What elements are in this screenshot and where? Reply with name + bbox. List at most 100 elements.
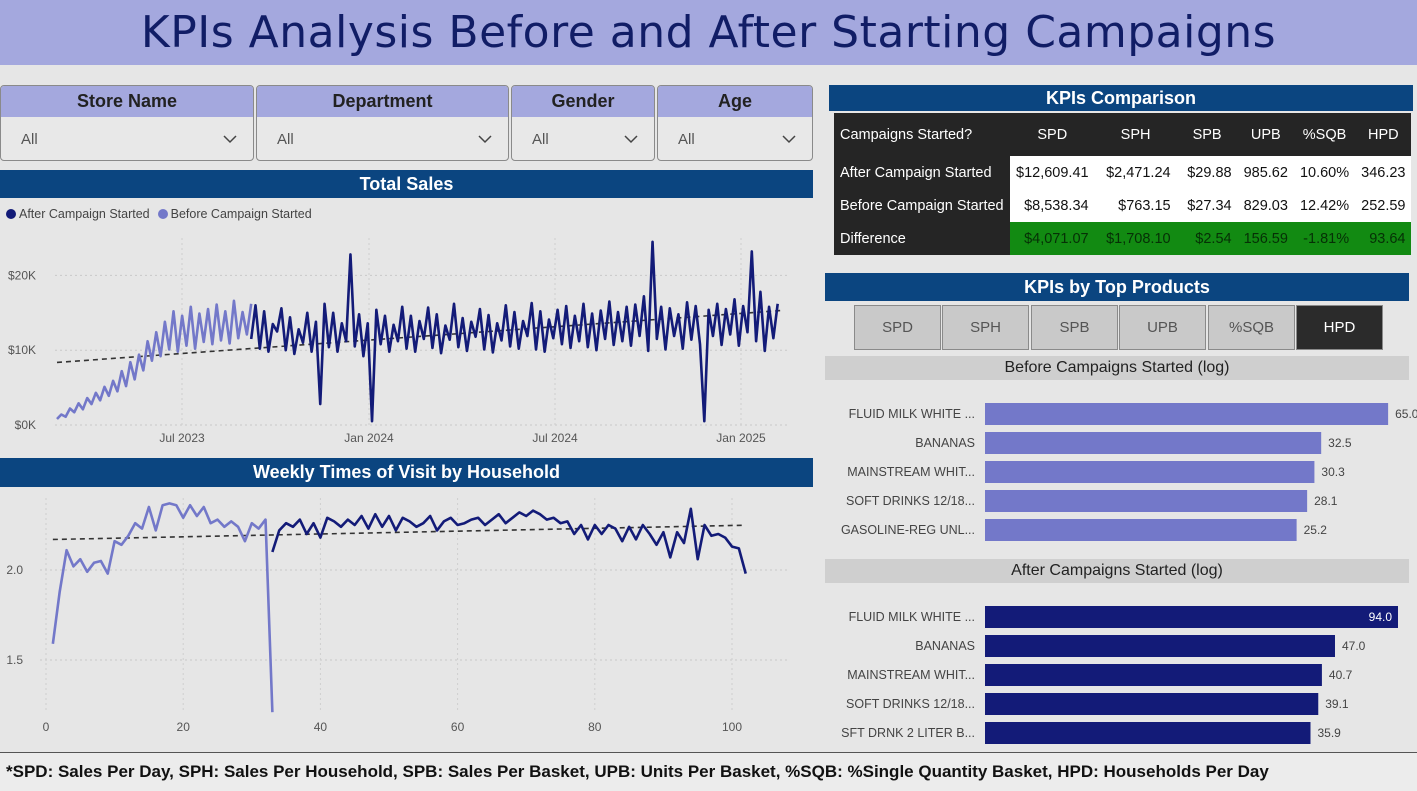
bar-value-label: 65.0 <box>1395 407 1417 421</box>
bar-value-label: 30.3 <box>1321 465 1345 479</box>
column-header[interactable]: %SQB <box>1293 113 1356 156</box>
column-header[interactable]: SPD <box>1010 113 1095 156</box>
bar-value-label: 35.9 <box>1318 726 1342 740</box>
x-tick-label: 60 <box>451 720 465 734</box>
bar-category-label: SOFT DRINKS 12/18... <box>846 697 975 711</box>
kpi-button-spb[interactable]: SPB <box>1031 305 1118 350</box>
table-cell: 985.62 <box>1237 156 1294 189</box>
row-label: Before Campaign Started <box>834 189 1010 222</box>
table-header-row: Campaigns Started? SPD SPH SPB UPB %SQB … <box>834 113 1412 156</box>
legend-dot-icon <box>6 209 16 219</box>
page-title: KPIs Analysis Before and After Starting … <box>140 7 1277 58</box>
bar-category-label: GASOLINE-REG UNL... <box>841 523 975 537</box>
bar-category-label: FLUID MILK WHITE ... <box>849 610 975 624</box>
slicer-dropdown[interactable]: All <box>1 117 253 160</box>
kpi-button-sph[interactable]: SPH <box>942 305 1029 350</box>
bar-category-label: BANANAS <box>915 639 975 653</box>
slicer-age[interactable]: Age All <box>657 85 813 161</box>
bar-value-label: 39.1 <box>1325 697 1349 711</box>
x-tick-label: 20 <box>177 720 191 734</box>
column-header[interactable]: SPB <box>1176 113 1238 156</box>
slicer-label: Age <box>658 86 812 117</box>
column-header[interactable]: HPD <box>1355 113 1412 156</box>
bar <box>985 722 1311 744</box>
bar <box>985 664 1322 686</box>
table-cell: 12.42% <box>1293 189 1356 222</box>
series-line-before <box>51 502 274 713</box>
x-tick-label: 100 <box>722 720 742 734</box>
chevron-down-icon[interactable] <box>782 132 796 146</box>
bar <box>985 403 1389 425</box>
column-header[interactable]: UPB <box>1237 113 1294 156</box>
slicer-label: Department <box>257 86 508 117</box>
kpi-button-spd[interactable]: SPD <box>854 305 941 350</box>
legend-dot-icon <box>157 209 168 219</box>
column-header[interactable]: SPH <box>1094 113 1177 156</box>
legend-item-before[interactable]: Before Campaign Started <box>157 207 312 221</box>
legend-label: Before Campaign Started <box>170 207 312 221</box>
chevron-down-icon[interactable] <box>223 132 237 146</box>
after-campaigns-subtitle: After Campaigns Started (log) <box>825 559 1409 583</box>
table-cell: 156.59 <box>1237 222 1294 255</box>
weekly-visits-title: Weekly Times of Visit by Household <box>0 458 813 487</box>
x-tick-label: Jan 2025 <box>716 431 766 445</box>
slicer-department[interactable]: Department All <box>256 85 509 161</box>
row-label: After Campaign Started <box>834 156 1010 189</box>
bar <box>985 432 1322 454</box>
kpi-button-sqb[interactable]: %SQB <box>1208 305 1295 350</box>
table-cell: $763.15 <box>1094 189 1177 222</box>
x-tick-label: Jul 2023 <box>159 431 205 445</box>
weekly-visits-chart[interactable]: 1.5 2.0 0 20 40 60 80 100 <box>0 490 813 745</box>
footer-note: *SPD: Sales Per Day, SPH: Sales Per Hous… <box>0 752 1417 791</box>
table-cell: -1.81% <box>1293 222 1356 255</box>
y-tick-label: 2.0 <box>6 563 23 577</box>
before-campaigns-subtitle: Before Campaigns Started (log) <box>825 356 1409 380</box>
bar-value-label: 28.1 <box>1314 494 1338 508</box>
before-campaigns-bar-chart[interactable]: FLUID MILK WHITE ... 65.0 BANANAS 32.5 MAINS… <box>825 395 1417 550</box>
kpi-button-upb[interactable]: UPB <box>1119 305 1206 350</box>
table-cell: 93.64 <box>1355 222 1412 255</box>
slicer-dropdown[interactable]: All <box>658 117 812 160</box>
slicer-dropdown[interactable]: All <box>512 117 654 160</box>
series-line-after <box>249 240 779 423</box>
table-row-difference: Difference $4,071.07 $1,708.10 $2.54 156… <box>834 222 1412 255</box>
y-tick-label: $20K <box>8 268 36 282</box>
total-sales-title: Total Sales <box>0 170 813 198</box>
y-tick-label: 1.5 <box>6 653 23 667</box>
bar <box>985 693 1319 715</box>
after-campaigns-bar-chart[interactable]: FLUID MILK WHITE ... 94.0 BANANAS 47.0 MAINS… <box>825 598 1417 750</box>
total-sales-chart[interactable]: $0K $10K $20K Jul 2023 Jan 2024 Jul 2024 Jan 2… <box>0 228 813 453</box>
table-cell: $27.34 <box>1176 189 1238 222</box>
bar-category-label: MAINSTREAM WHIT... <box>847 465 975 479</box>
kpi-button-hpd[interactable]: HPD <box>1296 305 1383 350</box>
table-cell: $4,071.07 <box>1010 222 1095 255</box>
bar <box>985 606 1398 628</box>
slicer-value: All <box>678 130 695 148</box>
table-cell: $1,708.10 <box>1094 222 1177 255</box>
table-cell: $2.54 <box>1176 222 1238 255</box>
slicer-value: All <box>532 130 549 148</box>
bar-value-label: 32.5 <box>1328 436 1352 450</box>
series-line-after <box>271 507 747 574</box>
slicer-store-name[interactable]: Store Name All <box>0 85 254 161</box>
x-tick-label: 0 <box>43 720 50 734</box>
x-tick-label: 40 <box>314 720 328 734</box>
table-cell: 10.60% <box>1293 156 1356 189</box>
bar-value-label: 25.2 <box>1304 523 1328 537</box>
table-cell: $2,471.24 <box>1094 156 1177 189</box>
slicer-gender[interactable]: Gender All <box>511 85 655 161</box>
chevron-down-icon[interactable] <box>624 132 638 146</box>
chevron-down-icon[interactable] <box>478 132 492 146</box>
bar <box>985 635 1335 657</box>
bar-value-label: 40.7 <box>1329 668 1353 682</box>
slicer-dropdown[interactable]: All <box>257 117 508 160</box>
slicer-value: All <box>277 130 294 148</box>
bar-category-label: SOFT DRINKS 12/18... <box>846 494 975 508</box>
table-row: After Campaign Started $12,609.41 $2,471… <box>834 156 1412 189</box>
legend-item-after[interactable]: After Campaign Started <box>6 207 150 221</box>
slicer-label: Store Name <box>1 86 253 117</box>
bar-category-label: FLUID MILK WHITE ... <box>849 407 975 421</box>
kpi-comparison-title: KPIs Comparison <box>829 85 1413 111</box>
column-header[interactable]: Campaigns Started? <box>834 113 1010 156</box>
bar-value-label: 94.0 <box>1369 610 1393 624</box>
